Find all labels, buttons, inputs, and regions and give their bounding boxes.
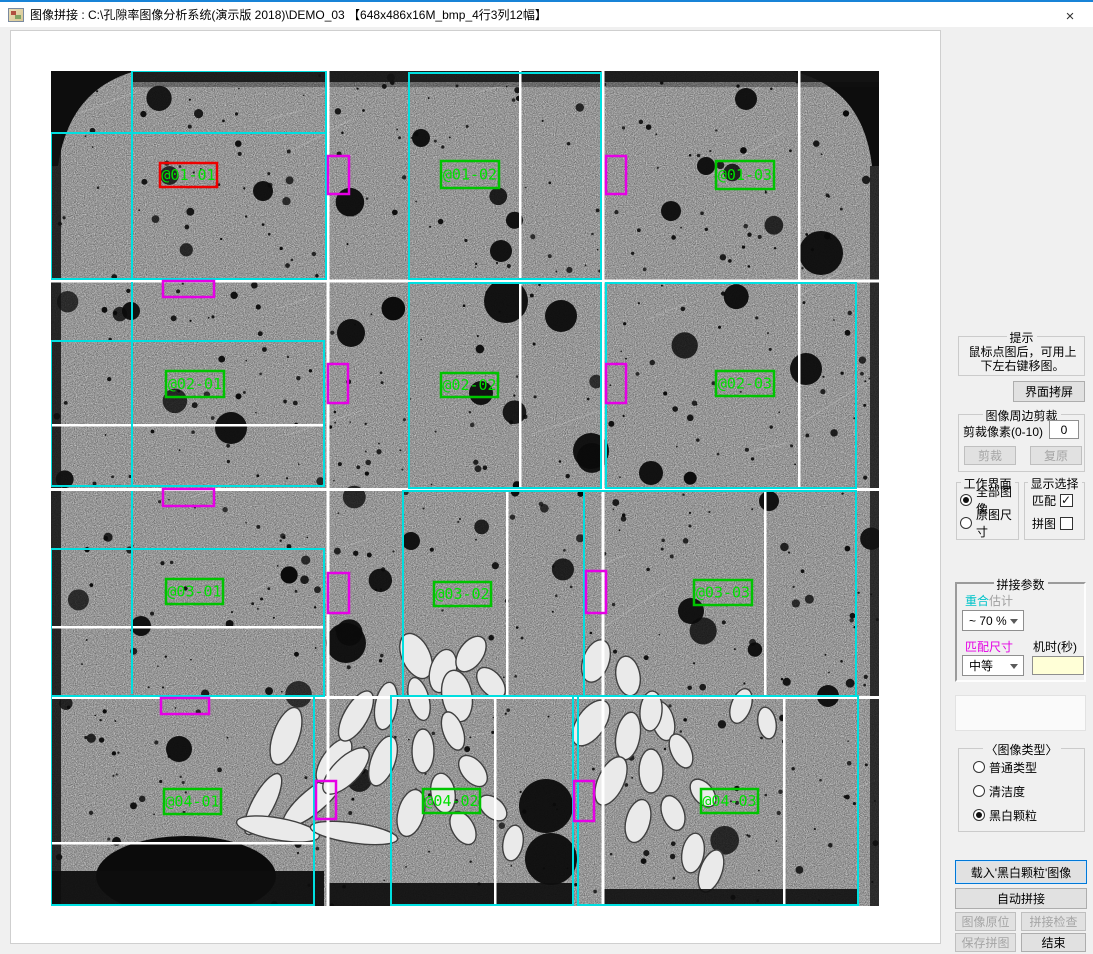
app-icon <box>8 8 24 22</box>
status-box <box>955 695 1086 731</box>
image-type-group: 〈图像类型〉 普通类型 清洁度 黑白颗粒 <box>958 748 1085 832</box>
save-stitch-button: 保存拼图 <box>955 933 1016 952</box>
match-size-select[interactable]: 中等 <box>962 655 1024 676</box>
screen-capture-button[interactable]: 界面拷屏 <box>1013 381 1085 402</box>
stitch-collage[interactable]: @01-01 @01-02 @01-03 @02-01 @02-02 @02-03 @03-… <box>51 71 879 906</box>
close-button[interactable]: × <box>1047 4 1093 29</box>
checkbox-match-label: 匹配 <box>1032 492 1056 509</box>
time-input[interactable] <box>1032 656 1084 675</box>
tile-label: @03-01 <box>167 583 221 601</box>
match-size-label: 匹配尺寸 <box>965 638 1013 655</box>
radio-cleanliness[interactable]: 清洁度 <box>973 782 1025 800</box>
time-label: 机时(秒) <box>1033 638 1077 655</box>
chevron-down-icon <box>1010 619 1018 624</box>
radio-original-size-label: 原图尺寸 <box>976 506 1018 540</box>
title-bar: 图像拼接 : C:\孔隙率图像分析系统(演示版 2018)\DEMO_03 【6… <box>0 0 1093 27</box>
end-button[interactable]: 结束 <box>1021 933 1086 952</box>
crop-pixels-label: 剪裁像素(0-10) <box>963 423 1043 440</box>
restore-button: 复原 <box>1030 446 1082 465</box>
crop-button: 剪裁 <box>964 446 1016 465</box>
tile-label: @04-02 <box>424 792 478 810</box>
radio-bw-particles-label: 黑白颗粒 <box>989 807 1037 824</box>
tile-label: @02-01 <box>168 375 222 393</box>
overlap-value: ~ 70 % <box>969 614 1007 628</box>
window-title: 图像拼接 : C:\孔隙率图像分析系统(演示版 2018)\DEMO_03 【6… <box>30 6 547 23</box>
load-bw-button[interactable]: 载入'黑白颗粒'图像 <box>955 860 1087 884</box>
tile-label: @04-01 <box>165 793 219 811</box>
tile-label: @04-03 <box>702 792 756 810</box>
checkbox-match-box <box>1060 494 1073 507</box>
match-size-value: 中等 <box>969 657 993 674</box>
crop-pixels-input[interactable] <box>1049 420 1079 439</box>
auto-stitch-button[interactable]: 自动拼接 <box>955 888 1087 909</box>
image-origin-button: 图像原位 <box>955 912 1016 931</box>
radio-normal-type-label: 普通类型 <box>989 759 1037 776</box>
tile-label: @01-03 <box>718 166 772 184</box>
overlap-select[interactable]: ~ 70 % <box>962 610 1024 631</box>
workspace-group: 工作界面 全部图像 原图尺寸 <box>956 482 1019 540</box>
main-canvas: @01-01 @01-02 @01-03 @02-01 @02-02 @02-03 @03-… <box>10 30 941 944</box>
radio-bw-particles-dot <box>973 809 985 821</box>
stitch-params-title: 拼接参数 <box>993 576 1047 593</box>
display-group: 显示选择 匹配 拼图 <box>1024 482 1085 540</box>
checkbox-match[interactable]: 匹配 <box>1032 491 1073 509</box>
app-window: { "window": { "title": "图像拼接 : C:\\孔隙率图像… <box>0 0 1093 954</box>
tile-label: @01-01 <box>161 166 215 184</box>
hint-title: 提示 <box>1006 329 1036 346</box>
crop-group: 图像周边剪裁 剪裁像素(0-10) 剪裁 复原 <box>958 414 1085 472</box>
tile-label: @03-02 <box>435 585 489 603</box>
tile-label: @03-03 <box>696 584 750 602</box>
radio-normal-type[interactable]: 普通类型 <box>973 758 1037 776</box>
chevron-down-icon <box>1010 664 1018 669</box>
display-group-title: 显示选择 <box>1027 475 1081 492</box>
radio-cleanliness-label: 清洁度 <box>989 783 1025 800</box>
tile-label: @02-02 <box>442 376 496 394</box>
hint-group: 提示 鼠标点图后，可用上下左右键移图。 <box>958 336 1085 376</box>
tile-label: @01-02 <box>443 166 497 184</box>
radio-all-images-dot <box>960 494 972 506</box>
stitch-check-button: 拼接检查 <box>1021 912 1086 931</box>
radio-original-size[interactable]: 原图尺寸 <box>960 514 1018 532</box>
checkbox-stitch-label: 拼图 <box>1032 515 1056 532</box>
hint-text: 鼠标点图后，可用上下左右键移图。 <box>963 345 1082 373</box>
radio-original-size-dot <box>960 517 972 529</box>
tile-label: @02-03 <box>718 375 772 393</box>
control-panel: 提示 鼠标点图后，可用上下左右键移图。 界面拷屏 图像周边剪裁 剪裁像素(0-1… <box>948 30 1093 954</box>
stitch-params-group: 拼接参数 重合估计 ~ 70 % 匹配尺寸 机时(秒) 中等 <box>955 582 1086 682</box>
overlap-label: 重合估计 <box>965 592 1013 609</box>
radio-normal-type-dot <box>973 761 985 773</box>
checkbox-stitch-box <box>1060 517 1073 530</box>
radio-bw-particles[interactable]: 黑白颗粒 <box>973 806 1037 824</box>
checkbox-stitch[interactable]: 拼图 <box>1032 514 1073 532</box>
image-type-title: 〈图像类型〉 <box>982 741 1060 758</box>
radio-cleanliness-dot <box>973 785 985 797</box>
